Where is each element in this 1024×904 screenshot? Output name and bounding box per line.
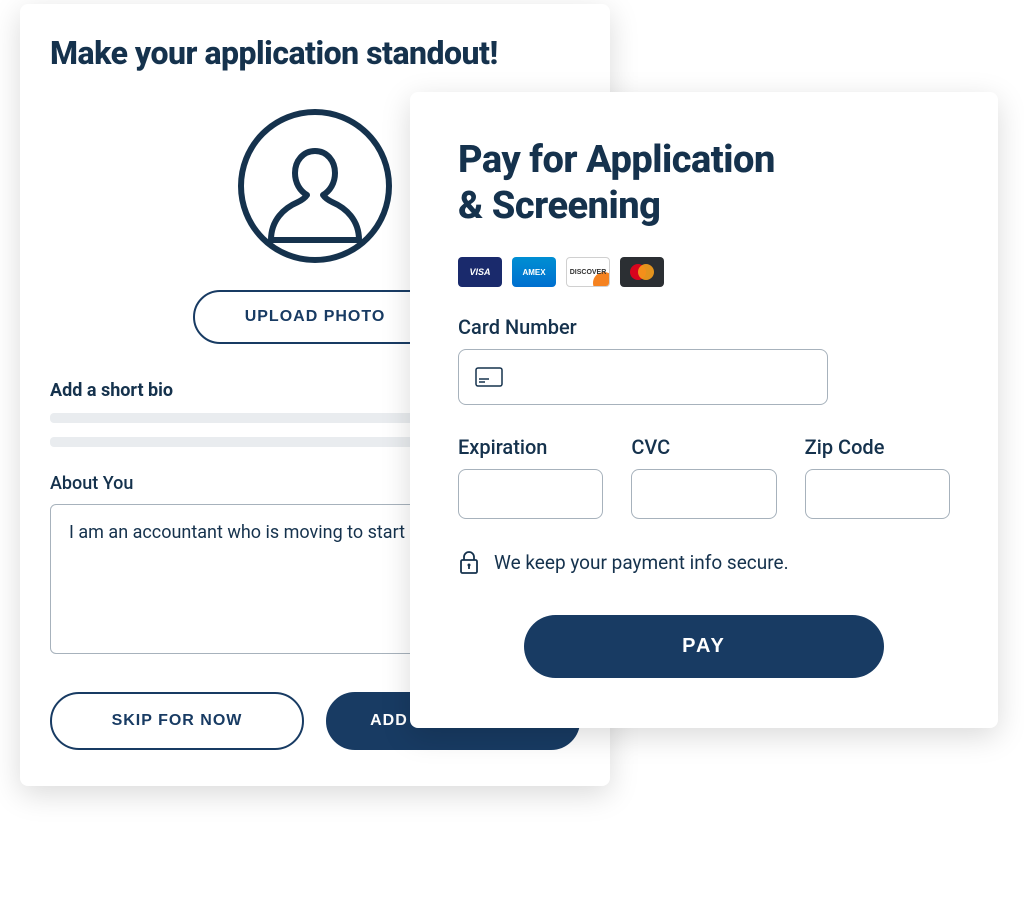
expiration-field[interactable] <box>458 469 603 519</box>
application-title: Make your application standout! <box>50 34 580 72</box>
lock-icon <box>458 549 480 575</box>
zip-code-label: Zip Code <box>805 435 950 459</box>
card-number-input[interactable] <box>515 350 811 404</box>
secure-notice: We keep your payment info secure. <box>458 549 950 575</box>
payment-title-line1: Pay for Application <box>458 138 775 182</box>
payment-secondary-row: Expiration CVC Zip Code <box>458 435 950 519</box>
skip-for-now-button[interactable]: SKIP FOR NOW <box>50 692 304 750</box>
payment-card: Pay for Application & Screening VISA AME… <box>410 92 998 728</box>
payment-title: Pay for Application & Screening <box>458 138 950 229</box>
card-brand-icons: VISA AMEX DISCOVER <box>458 257 950 287</box>
payment-title-line2: & Screening <box>458 184 660 228</box>
avatar-placeholder-icon <box>235 106 395 266</box>
pay-button[interactable]: PAY <box>524 615 884 678</box>
amex-icon: AMEX <box>512 257 556 287</box>
card-number-field[interactable] <box>458 349 828 405</box>
zip-code-input[interactable] <box>822 470 933 518</box>
discover-icon: DISCOVER <box>566 257 610 287</box>
zip-code-field[interactable] <box>805 469 950 519</box>
expiration-label: Expiration <box>458 435 603 459</box>
credit-card-icon <box>475 367 503 387</box>
upload-photo-button[interactable]: UPLOAD PHOTO <box>193 290 438 344</box>
mastercard-icon <box>620 257 664 287</box>
visa-icon: VISA <box>458 257 502 287</box>
card-number-label: Card Number <box>458 315 950 339</box>
cvc-input[interactable] <box>648 470 759 518</box>
expiration-input[interactable] <box>475 470 586 518</box>
secure-text: We keep your payment info secure. <box>494 551 789 574</box>
cvc-label: CVC <box>631 435 776 459</box>
cvc-field[interactable] <box>631 469 776 519</box>
